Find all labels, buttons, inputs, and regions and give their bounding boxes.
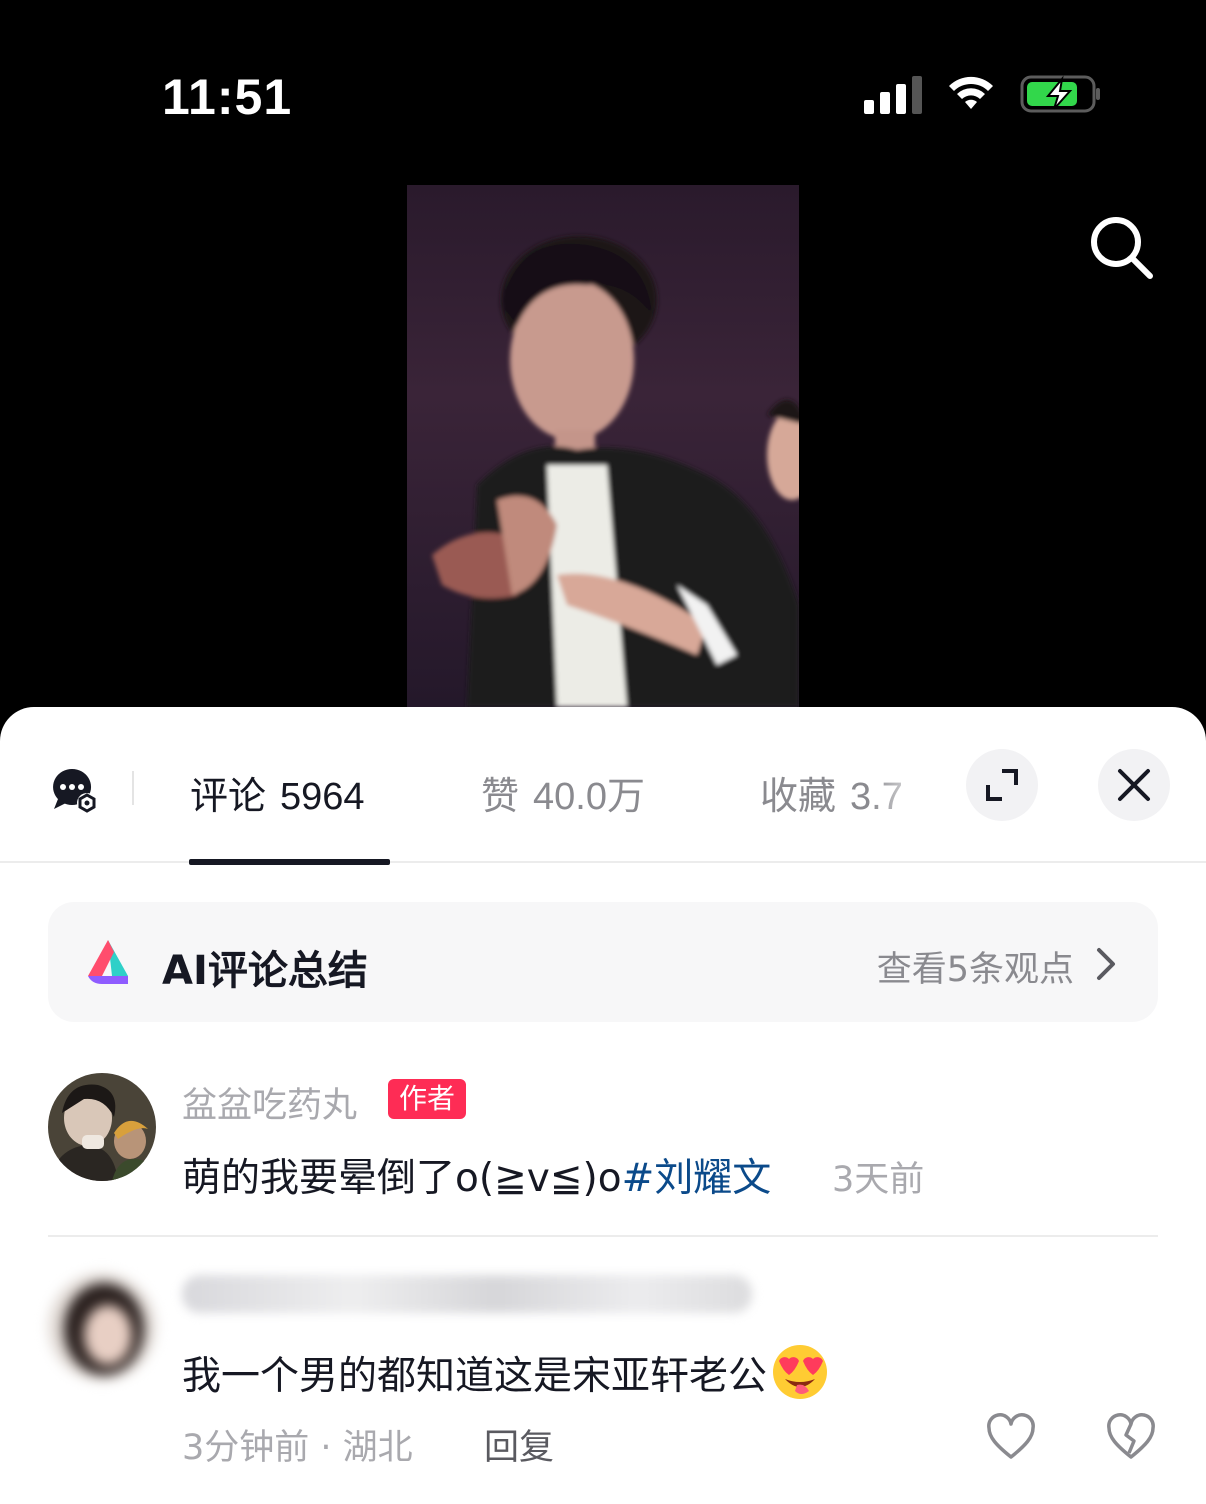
ai-summary-card[interactable]: AI评论总结 查看5条观点 (48, 902, 1158, 1022)
status-time: 11:51 (162, 69, 293, 125)
close-button[interactable] (1098, 749, 1170, 821)
expand-button[interactable] (966, 749, 1038, 821)
tab-divider (132, 771, 134, 805)
video-thumbnail (432, 236, 799, 707)
comment-body: 萌的我要晕倒了o(≧v≦)o (182, 1156, 622, 1201)
ai-summary-link: 查看5条观点 (876, 950, 1074, 990)
tab-likes[interactable]: 赞 40.0万 (481, 765, 645, 820)
cellular-signal-icon (864, 74, 922, 114)
broken-heart-icon (1107, 1413, 1155, 1459)
username-redacted (182, 1275, 752, 1313)
comment-sheet: 评论5964 赞40.0万 收藏3.7 AI评 (0, 707, 1206, 1504)
search-button[interactable] (1088, 214, 1156, 282)
avatar[interactable] (48, 1073, 156, 1181)
dislike-button[interactable] (1106, 1413, 1156, 1463)
comment-time-location: 3分钟前 · 湖北 (182, 1428, 413, 1468)
hashtag-link[interactable]: #刘耀文 (622, 1156, 772, 1201)
heart-eyes-emoji-icon (773, 1345, 828, 1399)
status-icons (864, 74, 1102, 114)
reply-button[interactable]: 回复 (484, 1419, 554, 1470)
tab-favorites-label: 收藏 (760, 774, 837, 818)
heart-icon (987, 1413, 1035, 1459)
ai-logo-icon (88, 940, 128, 984)
tab-comments[interactable]: 评论 5964 (190, 765, 365, 820)
chat-settings-icon (53, 769, 97, 813)
comment-text[interactable]: 萌的我要晕倒了o(≧v≦)o#刘耀文 (182, 1147, 771, 1203)
comment-body: 我一个男的都知道这是宋亚轩老公 (182, 1354, 768, 1399)
comment-username[interactable]: 盆盆吃药丸 (182, 1077, 357, 1128)
tab-bar: 评论5964 赞40.0万 收藏3.7 (0, 707, 1206, 865)
tab-overflow-fade (870, 747, 960, 847)
comment-settings-button[interactable] (50, 765, 98, 813)
expand-icon (986, 769, 1018, 801)
avatar-blurred[interactable] (48, 1273, 156, 1381)
tab-likes-label: 赞 (481, 774, 520, 818)
tab-comments-count: 5964 (280, 776, 365, 818)
comment-text[interactable]: 我一个男的都知道这是宋亚轩老公 (182, 1343, 829, 1401)
active-tab-indicator (189, 859, 390, 865)
tab-comments-label: 评论 (190, 774, 267, 818)
close-icon (1118, 769, 1150, 801)
video-frame[interactable] (407, 185, 799, 707)
avatar-image (48, 1073, 156, 1181)
comment-divider (48, 1235, 1158, 1237)
tab-likes-count: 40.0万 (533, 776, 645, 818)
search-icon (1091, 217, 1153, 279)
wifi-icon (946, 75, 996, 113)
comment-time: 3天前 (832, 1160, 925, 1200)
ai-summary-title: AI评论总结 (162, 948, 368, 994)
author-badge: 作者 (388, 1079, 467, 1119)
chevron-right-icon (1097, 948, 1115, 980)
battery-charging-icon (1020, 74, 1102, 114)
like-button[interactable] (986, 1413, 1036, 1463)
avatar-image (48, 1273, 156, 1381)
